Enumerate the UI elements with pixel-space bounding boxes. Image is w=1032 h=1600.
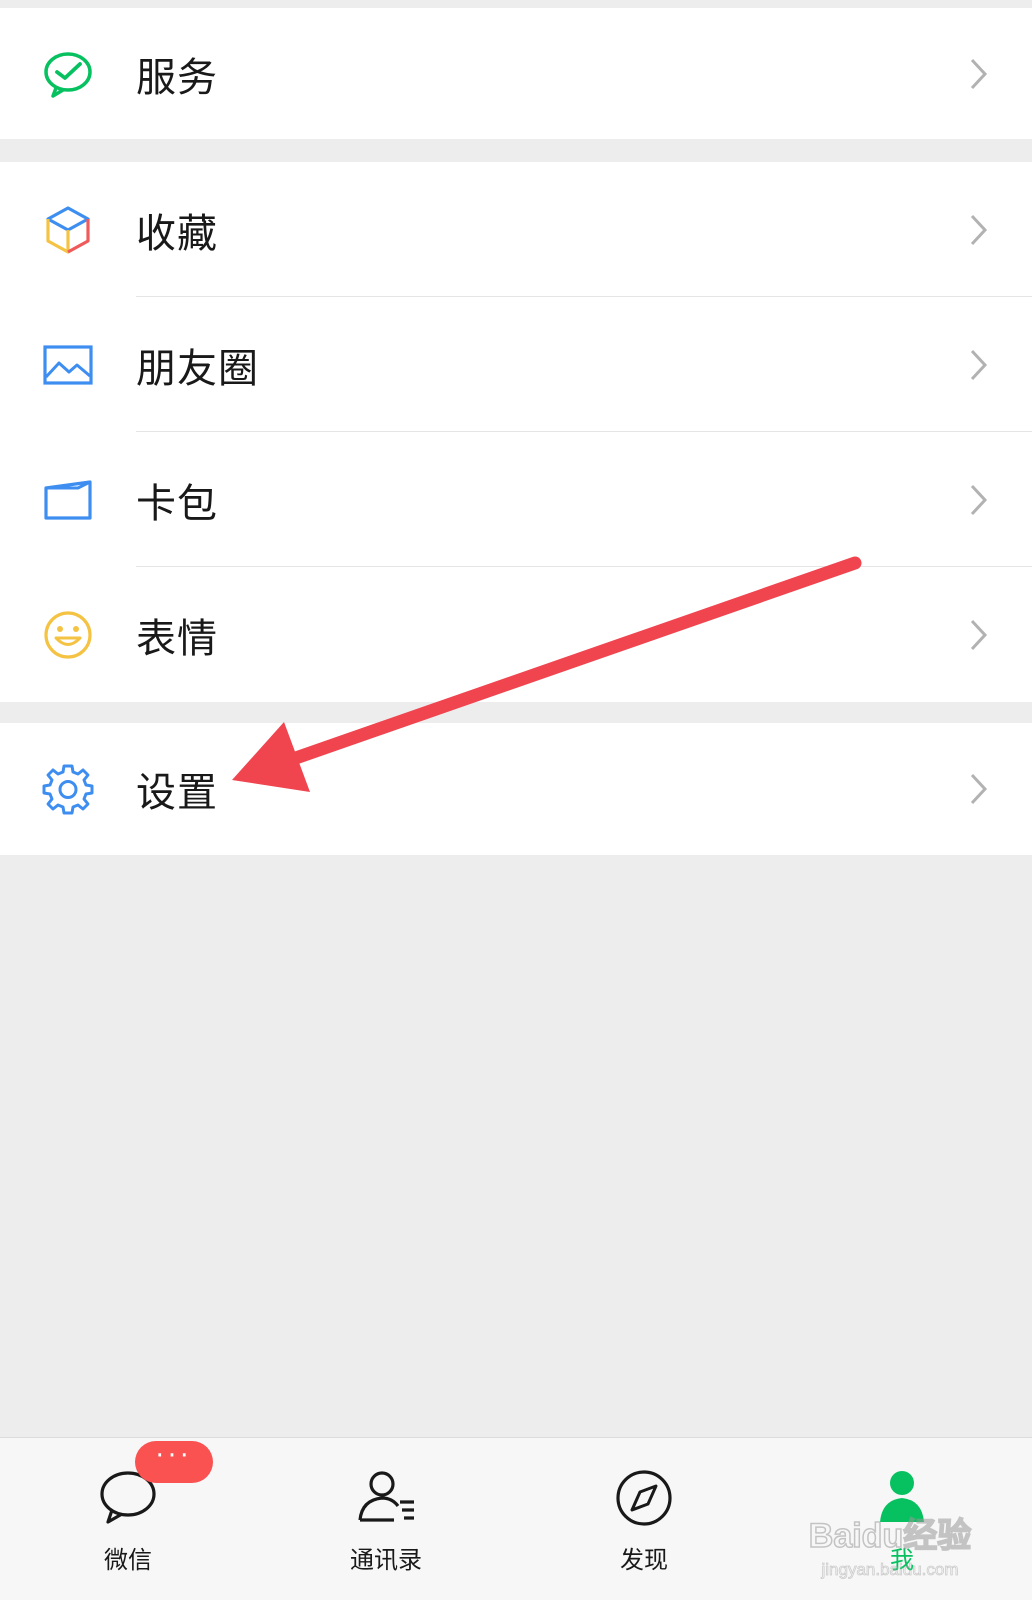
tab-contacts[interactable]: 通讯录 (296, 1438, 476, 1600)
tab-contacts-label: 通讯录 (350, 1546, 422, 1574)
chevron-right-icon (968, 212, 990, 248)
card-icon (42, 474, 94, 526)
menu-item-service-label: 服务 (136, 54, 218, 101)
menu-item-moments[interactable]: 朋友圈 (0, 297, 1032, 432)
baidu-watermark: Baidu经验 jingyan.baidu.com (790, 1505, 990, 1585)
menu-item-settings-label: 设置 (136, 770, 218, 816)
watermark-subtext: jingyan.baidu.com (820, 1560, 958, 1579)
chevron-right-icon (968, 56, 990, 92)
smile-icon (42, 609, 94, 661)
unread-badge-text: ··· (155, 1441, 193, 1471)
features-group: 收藏 朋友圈 卡包 表情 (0, 162, 1032, 702)
contacts-icon (354, 1466, 418, 1530)
chevron-right-icon (968, 771, 990, 807)
service-group: 服务 (0, 8, 1032, 139)
menu-item-cards-label: 卡包 (136, 480, 218, 527)
picture-icon (42, 339, 94, 391)
tab-chats-label: 微信 (104, 1546, 152, 1574)
cube-icon (42, 204, 94, 256)
watermark-text: Baidu经验 (809, 1516, 971, 1555)
wechat-pay-icon (42, 48, 94, 100)
menu-item-favorites[interactable]: 收藏 (0, 162, 1032, 297)
chevron-right-icon (968, 617, 990, 653)
menu-item-favorites-label: 收藏 (136, 210, 218, 257)
menu-item-cards[interactable]: 卡包 (0, 432, 1032, 567)
tab-discover-label: 发现 (620, 1546, 668, 1574)
gear-icon (42, 763, 94, 815)
menu-item-stickers-label: 表情 (136, 615, 218, 662)
chevron-right-icon (968, 347, 990, 383)
unread-badge: ··· (135, 1441, 213, 1483)
tab-discover[interactable]: 发现 (554, 1438, 734, 1600)
menu-item-service[interactable]: 服务 (0, 8, 1032, 139)
chevron-right-icon (968, 482, 990, 518)
menu-item-settings[interactable]: 设置 (0, 723, 1032, 855)
menu-item-stickers[interactable]: 表情 (0, 567, 1032, 702)
settings-group: 设置 (0, 723, 1032, 855)
compass-icon (612, 1466, 676, 1530)
menu-item-moments-label: 朋友圈 (136, 345, 259, 392)
